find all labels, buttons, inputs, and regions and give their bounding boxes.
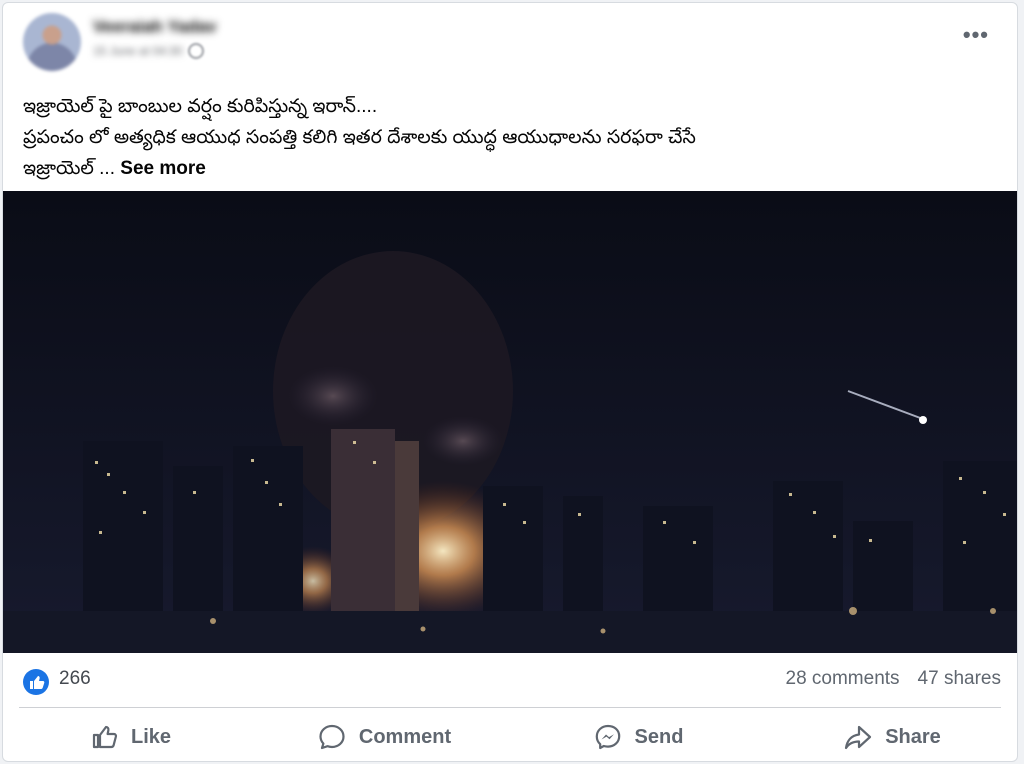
comment-button[interactable]: Comment bbox=[257, 711, 511, 761]
see-more-link[interactable]: See more bbox=[120, 158, 206, 179]
post-text-line: ప్రపంచం లో అత్యధిక ఆయుధ సంపత్తి కలిగి ఇత… bbox=[23, 127, 696, 148]
post-stats: 266 28 comments 47 shares bbox=[3, 663, 1017, 699]
send-button[interactable]: Send bbox=[511, 711, 765, 761]
comment-label: Comment bbox=[358, 725, 452, 748]
post-card: Veeraiah Yadav 15 June at 04:30 ••• ఇజ్ర… bbox=[2, 2, 1018, 762]
share-arrow-icon bbox=[845, 725, 872, 750]
comment-bubble-icon bbox=[319, 724, 345, 750]
divider bbox=[19, 707, 1001, 708]
thumbs-up-icon bbox=[92, 725, 118, 749]
shares-count[interactable]: 47 shares bbox=[918, 668, 1001, 689]
send-label: Send bbox=[634, 725, 684, 748]
more-options-icon[interactable]: ••• bbox=[963, 24, 989, 46]
messenger-send-icon bbox=[595, 724, 620, 750]
post-text-line: ఇజ్రాయెల్ పై బాంబుల వర్షం కురిపిస్తున్న … bbox=[23, 96, 378, 117]
action-bar: Like Comment Send Share bbox=[3, 711, 1017, 761]
reaction-count[interactable]: 266 bbox=[59, 668, 91, 690]
post-timestamp[interactable]: 15 June at 04:30 bbox=[93, 44, 182, 58]
author-name[interactable]: Veeraiah Yadav bbox=[93, 17, 263, 39]
post-meta: 15 June at 04:30 bbox=[93, 41, 205, 61]
post-text: ఇజ్రాయెల్ పై బాంబుల వర్షం కురిపిస్తున్న … bbox=[23, 91, 1003, 184]
night-city-fire-image bbox=[3, 191, 1017, 653]
globe-icon bbox=[188, 43, 205, 59]
engagement-counts: 28 comments 47 shares bbox=[786, 668, 1002, 690]
comments-count[interactable]: 28 comments bbox=[786, 668, 900, 689]
like-label: Like bbox=[130, 725, 172, 748]
like-reaction-icon[interactable] bbox=[23, 669, 49, 695]
post-video[interactable] bbox=[3, 191, 1017, 653]
avatar[interactable] bbox=[23, 13, 81, 71]
share-label: Share bbox=[885, 725, 941, 748]
like-button[interactable]: Like bbox=[3, 711, 257, 761]
share-button[interactable]: Share bbox=[765, 711, 1017, 761]
post-text-line: ఇజ్రాయెల్ ... See more bbox=[23, 158, 206, 179]
